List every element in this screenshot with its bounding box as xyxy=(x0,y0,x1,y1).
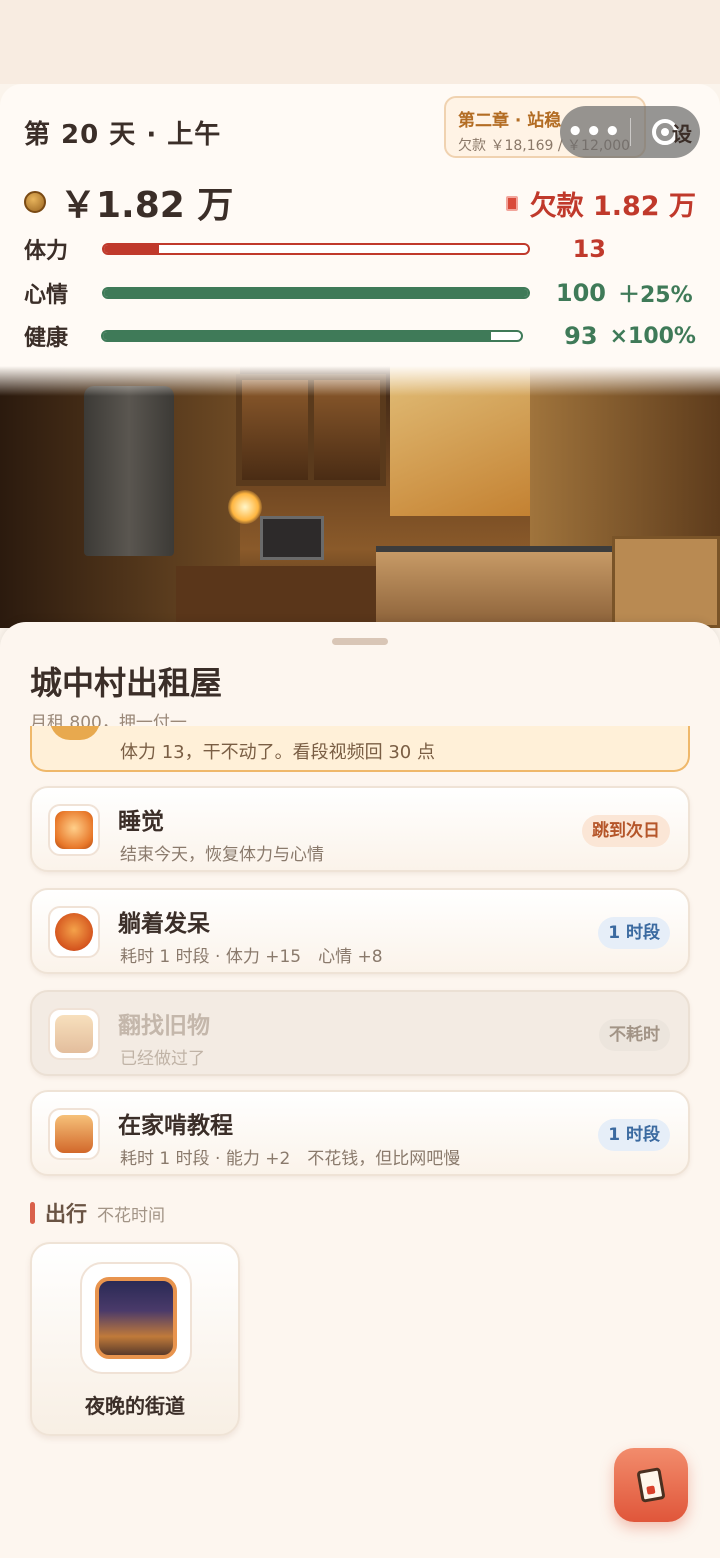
section-subtitle: 不花时间 xyxy=(97,1205,165,1226)
debt-note-icon xyxy=(505,196,518,211)
action-desc: 已经做过了 xyxy=(120,1049,205,1069)
stat-label: 健康 xyxy=(24,326,69,351)
notebook-icon xyxy=(636,1467,666,1503)
health-bar xyxy=(100,330,523,342)
time-cost-badge: 1 时段 xyxy=(598,917,670,949)
action-lie-down[interactable]: 躺着发呆 耗时 1 时段 · 体力 +15 心情 +8 1 时段 xyxy=(30,888,690,974)
stat-extra: ×100% xyxy=(609,323,696,349)
time-cost-badge: 不耗时 xyxy=(599,1019,670,1051)
travel-card-night-street[interactable]: 夜晚的街道 xyxy=(30,1242,240,1436)
sleep-icon xyxy=(55,811,93,849)
stat-row-stamina: 体力 13 xyxy=(24,234,696,264)
action-desc: 耗时 1 时段 · 能力 +2 不花钱，但比网吧慢 xyxy=(120,1149,461,1169)
travel-card-label: 夜晚的街道 xyxy=(85,1394,185,1418)
sheet-drag-handle[interactable] xyxy=(332,638,388,645)
action-desc: 耗时 1 时段 · 体力 +15 心情 +8 xyxy=(120,947,383,967)
desk xyxy=(176,566,376,628)
time-cost-badge: 跳到次日 xyxy=(582,815,670,847)
stamina-bar-fill xyxy=(104,245,160,253)
time-cost-badge: 1 时段 xyxy=(598,1119,670,1151)
status-bar-area xyxy=(0,0,720,84)
location-title: 城中村出租屋 xyxy=(30,664,223,702)
action-title: 在家啃教程 xyxy=(118,1113,233,1139)
stat-value: 13 xyxy=(572,235,606,263)
action-desc: 结束今天，恢复体力与心情 xyxy=(120,845,324,865)
cardboard-boxes xyxy=(612,536,720,628)
action-search-old-items: 翻找旧物 已经做过了 不耗时 xyxy=(30,990,690,1076)
book-box-icon xyxy=(55,1115,93,1153)
stamina-bar xyxy=(102,243,530,255)
action-title: 躺着发呆 xyxy=(118,911,210,937)
bed xyxy=(376,546,616,628)
stat-value: 93 xyxy=(564,322,598,350)
stat-extra: ＋25% xyxy=(618,283,693,308)
stat-label: 心情 xyxy=(24,283,69,308)
action-sleep[interactable]: 睡觉 结束今天，恢复体力与心情 跳到次日 xyxy=(30,786,690,872)
laptop xyxy=(260,516,324,560)
hint-icon xyxy=(50,726,100,740)
stat-row-health: 健康 93 ×100% xyxy=(24,321,696,351)
stats-panel: 第 20 天 · 上午 第二章 · 站稳 欠款 ￥18,169 / ￥12,00… xyxy=(0,84,720,368)
debt-display[interactable]: 欠款 1.82 万 xyxy=(505,184,696,223)
location-sheet: 城中村出租屋 月租 800，押一付一 体力 13，干不动了。看段视频回 30 点… xyxy=(0,622,720,1558)
hanging-clothes xyxy=(84,386,174,556)
night-street-icon xyxy=(95,1277,177,1359)
money-display: ￥1.82 万 xyxy=(24,176,233,228)
capsule-peek-text: 设 xyxy=(672,122,692,146)
travel-section-header: 出行 不花时间 xyxy=(30,1198,165,1228)
box-icon xyxy=(55,1015,93,1053)
mood-bar xyxy=(102,287,530,299)
more-menu-button[interactable]: ••• xyxy=(560,117,630,147)
stat-label: 体力 xyxy=(24,239,69,264)
mood-bar-fill xyxy=(104,289,528,297)
hint-text: 体力 13，干不动了。看段视频回 30 点 xyxy=(120,742,435,763)
desk-lamp xyxy=(228,490,262,524)
action-title: 睡觉 xyxy=(118,809,164,835)
action-study-tutorial[interactable]: 在家啃教程 耗时 1 时段 · 能力 +2 不花钱，但比网吧慢 1 时段 xyxy=(30,1090,690,1176)
section-title: 出行 xyxy=(45,1202,87,1226)
day-time-label: 第 20 天 · 上午 xyxy=(24,120,222,150)
lie-down-icon xyxy=(55,913,93,951)
stat-row-mood: 心情 100 ＋25% xyxy=(24,278,696,308)
money-value: ￥1.82 万 xyxy=(60,185,234,226)
room-scene-illustration xyxy=(0,366,720,628)
debt-value: 欠款 1.82 万 xyxy=(529,191,696,222)
task-list-fab[interactable] xyxy=(614,1448,688,1522)
hint-banner[interactable]: 体力 13，干不动了。看段视频回 30 点 xyxy=(30,726,690,772)
health-bar-fill xyxy=(102,332,492,340)
coin-icon xyxy=(24,191,46,213)
action-title: 翻找旧物 xyxy=(118,1013,210,1039)
stat-value: 100 xyxy=(555,279,606,307)
